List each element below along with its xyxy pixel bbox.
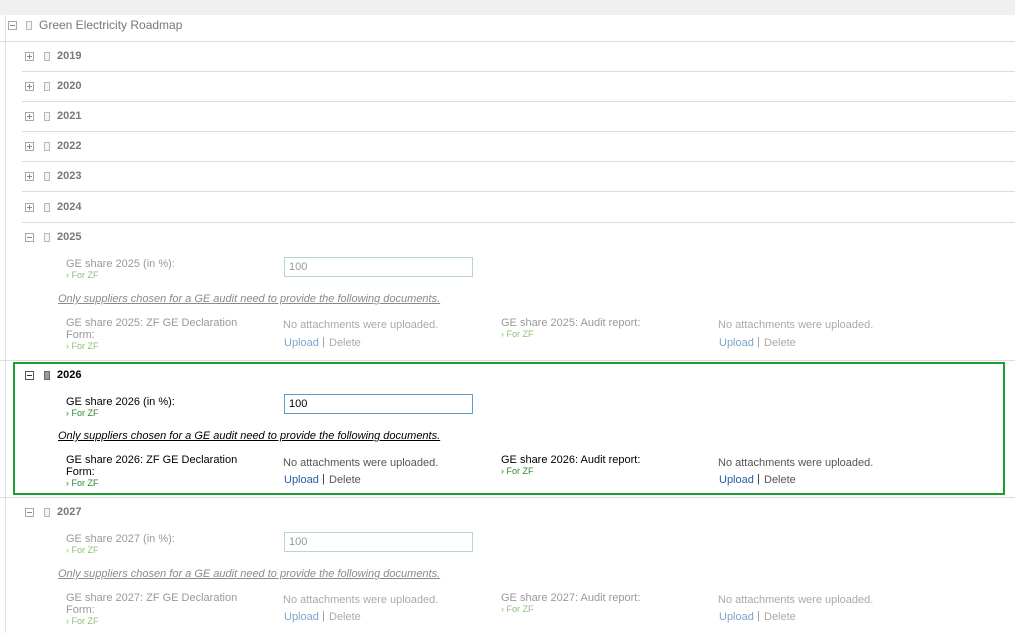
for-zf-hint: › For ZF	[66, 545, 99, 555]
no-attachments-text: No attachments were uploaded.	[283, 319, 439, 331]
for-zf-hint: › For ZF	[66, 616, 99, 626]
audit-note: Only suppliers chosen for a GE audit nee…	[58, 293, 441, 305]
document-icon	[44, 371, 50, 380]
document-icon	[44, 203, 50, 212]
year-row-2024[interactable]: 2024	[22, 193, 1015, 223]
declaration-label-cont: Form:	[66, 604, 95, 616]
year-row-2026[interactable]: 2026	[22, 361, 1015, 391]
delete-link[interactable]: Delete	[764, 337, 796, 349]
for-zf-hint: › For ZF	[66, 341, 99, 351]
declaration-label: GE share 2026: ZF GE Declaration	[66, 454, 238, 466]
upload-link[interactable]: Upload	[284, 611, 319, 623]
separator: |	[322, 336, 325, 348]
ge-share-input[interactable]	[284, 257, 473, 277]
audit-report-label: GE share 2025: Audit report:	[501, 317, 641, 329]
share-label: GE share 2026 (in %):	[66, 396, 175, 408]
collapse-icon[interactable]	[25, 233, 34, 242]
no-attachments-text: No attachments were uploaded.	[283, 594, 439, 606]
audit-note: Only suppliers chosen for a GE audit nee…	[58, 568, 441, 580]
expand-icon[interactable]	[25, 203, 34, 212]
audit-report-label: GE share 2026: Audit report:	[501, 454, 641, 466]
delete-link[interactable]: Delete	[329, 474, 361, 486]
document-icon	[44, 233, 50, 242]
year-label: 2021	[57, 110, 82, 122]
document-icon	[26, 21, 32, 30]
upload-link[interactable]: Upload	[719, 337, 754, 349]
year-label: 2020	[57, 80, 82, 92]
year-label: 2022	[57, 140, 82, 152]
year-label: 2024	[57, 201, 82, 213]
expand-icon[interactable]	[25, 112, 34, 121]
separator: |	[322, 610, 325, 622]
top-bar	[0, 0, 1015, 15]
document-icon	[44, 112, 50, 121]
year-row-2020[interactable]: 2020	[22, 72, 1015, 102]
delete-link[interactable]: Delete	[764, 611, 796, 623]
collapse-icon[interactable]	[25, 371, 34, 380]
upload-link[interactable]: Upload	[284, 474, 319, 486]
expand-icon[interactable]	[25, 82, 34, 91]
separator: |	[757, 336, 760, 348]
for-zf-hint: › For ZF	[501, 604, 534, 614]
expand-icon[interactable]	[25, 52, 34, 61]
no-attachments-text: No attachments were uploaded.	[718, 319, 874, 331]
no-attachments-text: No attachments were uploaded.	[718, 594, 874, 606]
separator: |	[757, 610, 760, 622]
declaration-label: GE share 2025: ZF GE Declaration	[66, 317, 238, 329]
declaration-label: GE share 2027: ZF GE Declaration	[66, 592, 238, 604]
document-icon	[44, 82, 50, 91]
upload-link[interactable]: Upload	[284, 337, 319, 349]
separator: |	[322, 473, 325, 485]
year-row-2019[interactable]: 2019	[22, 42, 1015, 72]
delete-link[interactable]: Delete	[329, 337, 361, 349]
delete-link[interactable]: Delete	[329, 611, 361, 623]
year-label: 2025	[57, 231, 82, 243]
declaration-label-cont: Form:	[66, 329, 95, 341]
declaration-label-cont: Form:	[66, 466, 95, 478]
for-zf-hint: › For ZF	[66, 408, 99, 418]
for-zf-hint: › For ZF	[66, 478, 99, 488]
for-zf-hint: › For ZF	[66, 270, 99, 280]
year-label: 2027	[57, 506, 82, 518]
document-icon	[44, 172, 50, 181]
year-row-2023[interactable]: 2023	[22, 162, 1015, 192]
share-label: GE share 2027 (in %):	[66, 533, 175, 545]
audit-report-label: GE share 2027: Audit report:	[501, 592, 641, 604]
upload-link[interactable]: Upload	[719, 474, 754, 486]
document-icon	[44, 142, 50, 151]
year-row-2022[interactable]: 2022	[22, 132, 1015, 162]
year-label: 2019	[57, 50, 82, 62]
collapse-root-icon[interactable]	[8, 21, 17, 30]
year-row-2027[interactable]: 2027	[22, 498, 1015, 528]
for-zf-hint: › For ZF	[501, 329, 534, 339]
audit-note: Only suppliers chosen for a GE audit nee…	[58, 430, 441, 442]
expand-icon[interactable]	[25, 172, 34, 181]
separator: |	[757, 473, 760, 485]
document-icon	[44, 508, 50, 517]
tree-guide-line	[5, 15, 6, 633]
ge-share-input[interactable]	[284, 394, 473, 414]
collapse-icon[interactable]	[25, 508, 34, 517]
delete-link[interactable]: Delete	[764, 474, 796, 486]
year-label: 2026	[57, 369, 82, 381]
year-label: 2023	[57, 170, 82, 182]
expand-icon[interactable]	[25, 142, 34, 151]
upload-link[interactable]: Upload	[719, 611, 754, 623]
share-label: GE share 2025 (in %):	[66, 258, 175, 270]
year-row-2025[interactable]: 2025	[22, 223, 1015, 253]
root-title: Green Electricity Roadmap	[39, 18, 183, 32]
document-icon	[44, 52, 50, 61]
no-attachments-text: No attachments were uploaded.	[718, 457, 874, 469]
no-attachments-text: No attachments were uploaded.	[283, 457, 439, 469]
ge-share-input[interactable]	[284, 532, 473, 552]
for-zf-hint: › For ZF	[501, 466, 534, 476]
year-row-2021[interactable]: 2021	[22, 102, 1015, 132]
